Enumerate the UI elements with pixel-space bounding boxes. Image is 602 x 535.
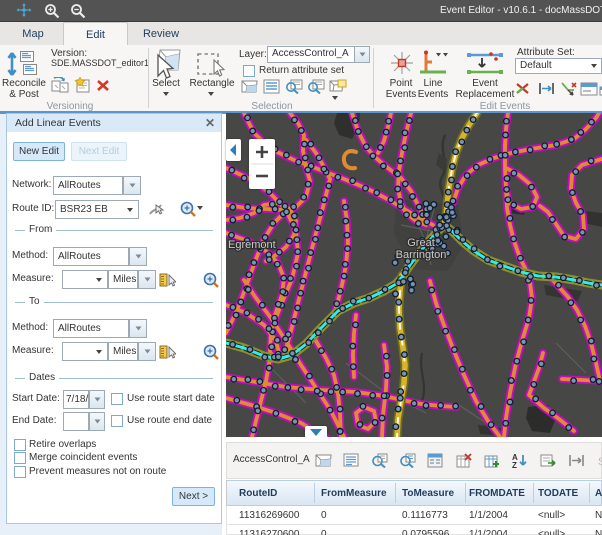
svg-text:S: S xyxy=(598,456,602,468)
svg-text:Great: Great xyxy=(407,237,435,249)
svg-text:Z: Z xyxy=(512,461,517,468)
svg-text:Egremont: Egremont xyxy=(228,239,276,251)
svg-text:Barrington: Barrington xyxy=(396,249,447,261)
